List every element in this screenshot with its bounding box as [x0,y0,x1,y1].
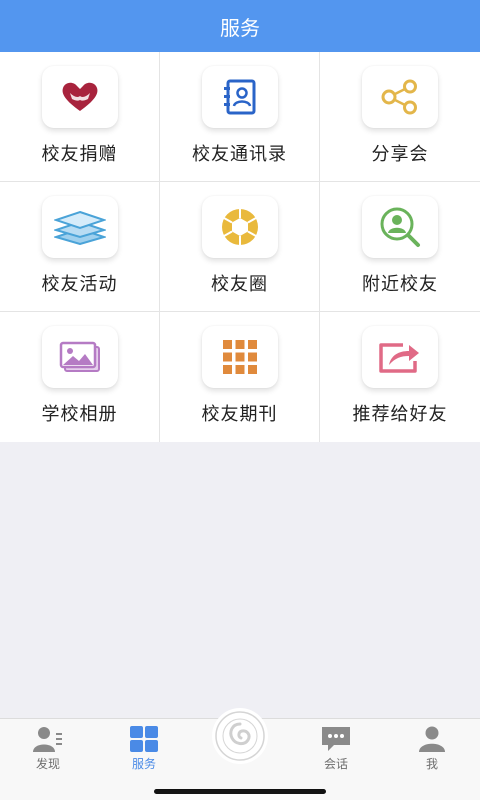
tab-label: 我 [425,757,438,771]
service-alumni-donation[interactable]: 校友捐赠 [0,52,160,182]
service-label: 校友活动 [41,274,118,295]
services-grid-icon [130,726,158,752]
aperture-icon [201,196,278,258]
photo-album-icon [41,326,118,388]
service-alumni-journal[interactable]: 校友期刊 [160,312,320,442]
service-school-album[interactable]: 学校相册 [0,312,160,442]
search-person-icon [362,196,438,258]
service-label: 校友通讯录 [192,144,287,165]
tab-me[interactable]: 我 [384,719,480,775]
user-icon [419,726,445,752]
school-logo-icon[interactable] [212,708,268,764]
service-recommend-to-friend[interactable]: 推荐给好友 [320,312,480,442]
service-label: 校友捐赠 [41,144,118,165]
heart-hands-icon [41,66,118,128]
tab-label: 会话 [323,757,348,771]
header-bar: 服务 [0,0,480,52]
tab-services[interactable]: 服务 [96,719,192,775]
service-alumni-circle[interactable]: 校友圈 [160,182,320,312]
service-nearby-alumni[interactable]: 附近校友 [320,182,480,312]
service-alumni-directory[interactable]: 校友通讯录 [160,52,320,182]
tab-chat[interactable]: 会话 [288,719,384,775]
service-label: 推荐给好友 [352,404,448,425]
discover-person-icon [33,727,62,752]
grid-icon [201,326,278,388]
service-label: 校友圈 [211,274,268,295]
tab-label: 发现 [35,757,60,771]
service-label: 学校相册 [41,404,118,425]
tab-discover[interactable]: 发现 [0,719,96,775]
share-icon [362,66,438,128]
chat-bubble-icon [322,727,350,751]
home-indicator [154,789,326,794]
page-title: 服务 [220,15,260,40]
address-book-icon [201,66,278,128]
forward-share-icon [362,326,438,388]
layers-icon [41,196,118,258]
service-label: 校友期刊 [201,404,278,425]
service-label: 分享会 [371,144,429,165]
service-alumni-activities[interactable]: 校友活动 [0,182,160,312]
service-label: 附近校友 [362,274,438,295]
tab-label: 服务 [131,757,156,771]
services-grid: 校友捐赠 校友通讯录 分享会 校友活动 校友圈 附近校友 学校相册 校友期刊 推… [0,52,480,442]
service-sharing-session[interactable]: 分享会 [320,52,480,182]
